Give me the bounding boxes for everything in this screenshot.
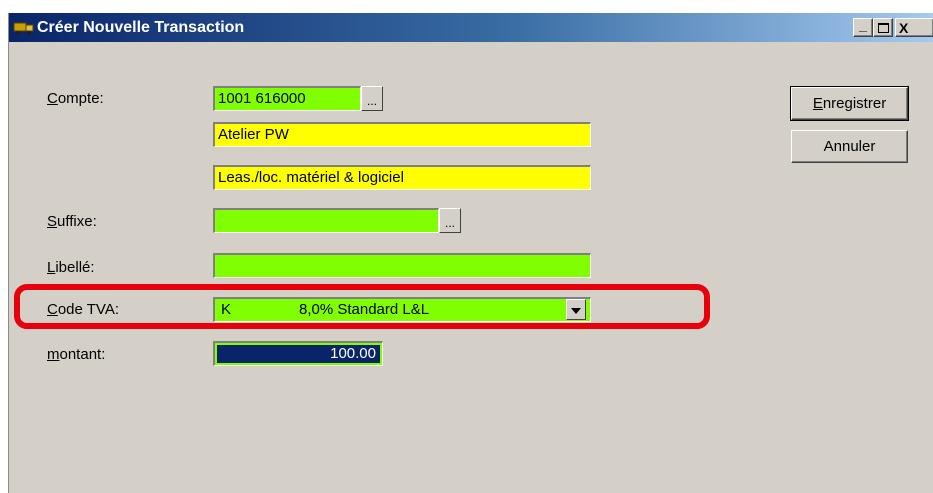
close-icon: X (899, 19, 909, 36)
montant-label: montant: (47, 346, 106, 363)
compte-name-field: Atelier PW (213, 122, 591, 147)
minimize-button[interactable]: _ (853, 18, 873, 37)
compte-description-field: Leas./loc. matériel & logiciel (213, 165, 591, 190)
truck-app-icon (13, 20, 35, 36)
suffixe-input[interactable] (213, 208, 439, 233)
suffixe-browse-button[interactable]: ... (439, 208, 461, 233)
save-button-label: Enregistrer (812, 95, 887, 112)
title-bar[interactable]: Créer Nouvelle Transaction _ X (9, 13, 933, 42)
minimize-icon: _ (859, 16, 867, 33)
maximize-icon (877, 22, 889, 33)
suffixe-label: Suffixe: (47, 213, 97, 230)
libelle-label: Libellé: (47, 259, 95, 276)
cancel-button-label: Annuler (823, 138, 876, 155)
close-button[interactable]: X (895, 18, 933, 37)
maximize-button[interactable] (873, 18, 893, 37)
compte-label: Compte: (47, 90, 104, 107)
libelle-input[interactable] (213, 253, 591, 278)
save-button[interactable]: Enregistrer (790, 86, 909, 121)
compte-input[interactable]: 1001 616000 (213, 86, 361, 111)
window-title: Créer Nouvelle Transaction (37, 19, 245, 36)
compte-browse-button[interactable]: ... (361, 86, 383, 111)
montant-value: 100.00 (217, 345, 380, 363)
montant-input[interactable]: 100.00 (213, 341, 383, 366)
cancel-button[interactable]: Annuler (791, 130, 908, 163)
highlight-annotation (14, 284, 710, 329)
